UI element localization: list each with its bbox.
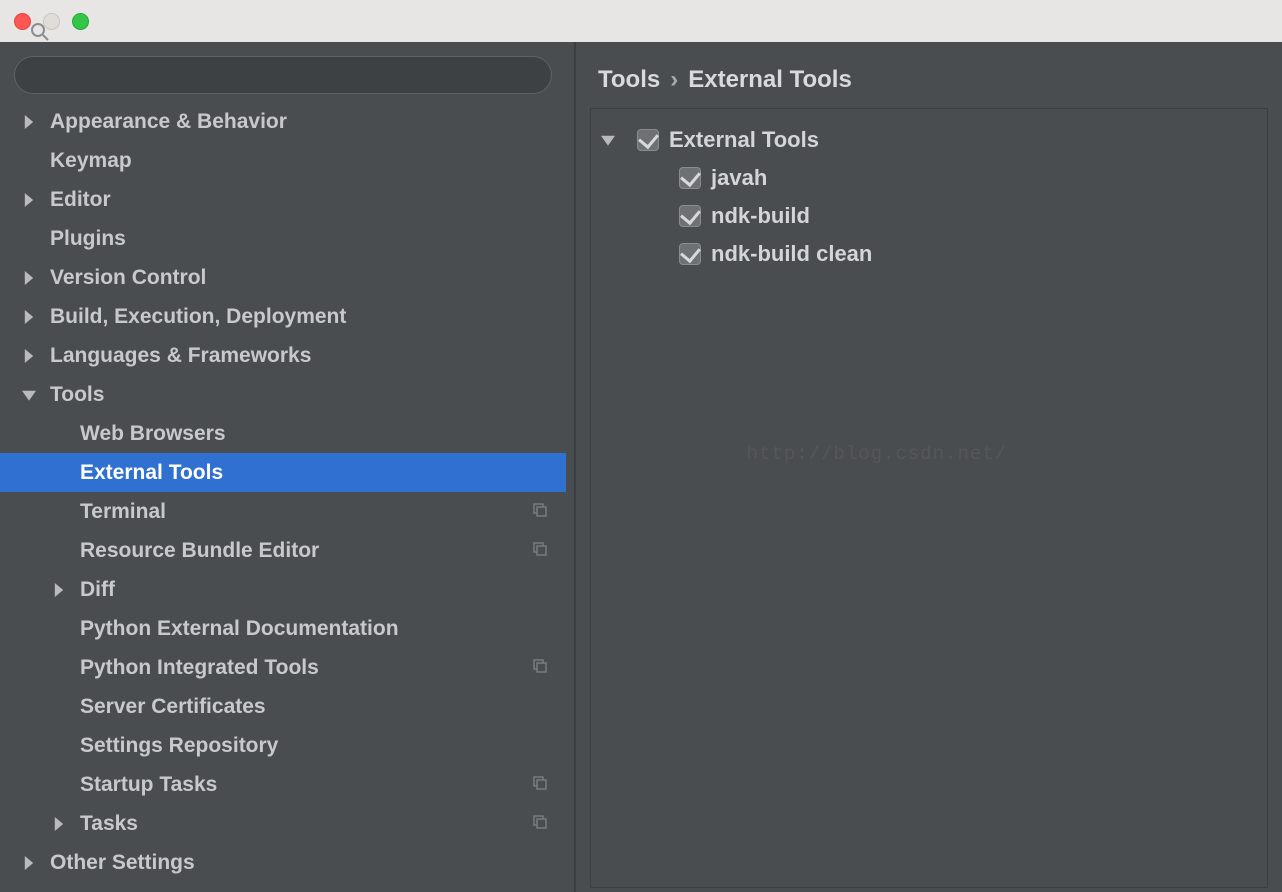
- breadcrumb-separator: ›: [670, 66, 678, 94]
- sidebar-item-label: Plugins: [50, 228, 566, 249]
- external-tool-ndk-build[interactable]: ndk-build: [601, 197, 1257, 235]
- sidebar-item-label: Web Browsers: [80, 423, 566, 444]
- checkbox-ndk-build[interactable]: [679, 205, 701, 227]
- sidebar-item-server-certificates[interactable]: Server Certificates: [0, 687, 566, 726]
- sidebar-item-python-integrated-tools[interactable]: Python Integrated Tools: [0, 648, 566, 687]
- external-tool-label: ndk-build: [711, 203, 810, 229]
- copy-icon: [532, 813, 548, 834]
- external-tool-ndk-build-clean[interactable]: ndk-build clean: [601, 235, 1257, 273]
- chevron-right-icon: [22, 271, 50, 285]
- search-input[interactable]: [14, 56, 552, 94]
- sidebar-item-web-browsers[interactable]: Web Browsers: [0, 414, 566, 453]
- sidebar-item-label: Resource Bundle Editor: [80, 540, 532, 561]
- chevron-right-icon: [22, 349, 50, 363]
- breadcrumb-current: External Tools: [688, 66, 852, 94]
- sidebar-item-diff[interactable]: Diff: [0, 570, 566, 609]
- sidebar-item-label: Startup Tasks: [80, 774, 532, 795]
- titlebar: [0, 0, 1282, 42]
- sidebar-item-label: Settings Repository: [80, 735, 566, 756]
- watermark-text: http://blog.csdn.net/: [747, 443, 1007, 465]
- sidebar-item-label: Diff: [80, 579, 566, 600]
- sidebar-item-python-external-documentation[interactable]: Python External Documentation: [0, 609, 566, 648]
- external-tool-javah[interactable]: javah: [601, 159, 1257, 197]
- external-tool-label: javah: [711, 165, 767, 191]
- chevron-right-icon: [22, 310, 50, 324]
- settings-tree: Appearance & Behavior Keymap Editor Plugins…: [0, 102, 566, 882]
- copy-icon: [532, 501, 548, 522]
- sidebar-item-editor[interactable]: Editor: [0, 180, 566, 219]
- chevron-right-icon: [22, 856, 50, 870]
- sidebar-item-external-tools[interactable]: External Tools: [0, 453, 566, 492]
- sidebar-item-label: Keymap: [50, 150, 566, 171]
- chevron-down-icon: [601, 133, 627, 147]
- sidebar-item-label: Python External Documentation: [80, 618, 566, 639]
- external-tools-group-label: External Tools: [669, 127, 819, 153]
- sidebar-item-resource-bundle-editor[interactable]: Resource Bundle Editor: [0, 531, 566, 570]
- chevron-right-icon: [52, 583, 80, 597]
- checkbox-external-tools[interactable]: [637, 129, 659, 151]
- sidebar-item-label: Languages & Frameworks: [50, 345, 566, 366]
- sidebar-item-label: Python Integrated Tools: [80, 657, 532, 678]
- breadcrumb-root: Tools: [598, 66, 660, 94]
- external-tools-panel: External Tools javah ndk-build ndk-build cl…: [590, 108, 1268, 888]
- sidebar-item-tools[interactable]: Tools: [0, 375, 566, 414]
- sidebar-item-label: Server Certificates: [80, 696, 566, 717]
- sidebar-item-version-control[interactable]: Version Control: [0, 258, 566, 297]
- sidebar-item-label: Terminal: [80, 501, 532, 522]
- sidebar-item-label: Tools: [50, 384, 566, 405]
- window-close-button[interactable]: [14, 13, 31, 30]
- sidebar-item-settings-repository[interactable]: Settings Repository: [0, 726, 566, 765]
- chevron-right-icon: [22, 115, 50, 129]
- chevron-down-icon: [22, 388, 50, 402]
- settings-sidebar: Appearance & Behavior Keymap Editor Plugins…: [0, 42, 574, 892]
- sidebar-item-tasks[interactable]: Tasks: [0, 804, 566, 843]
- sidebar-item-label: Editor: [50, 189, 566, 210]
- chevron-right-icon: [22, 193, 50, 207]
- sidebar-item-plugins[interactable]: Plugins: [0, 219, 566, 258]
- sidebar-item-label: Other Settings: [50, 852, 566, 873]
- checkbox-javah[interactable]: [679, 167, 701, 189]
- sidebar-item-languages-frameworks[interactable]: Languages & Frameworks: [0, 336, 566, 375]
- checkbox-ndk-build-clean[interactable]: [679, 243, 701, 265]
- workspace: Appearance & Behavior Keymap Editor Plugins…: [0, 42, 1282, 892]
- sidebar-item-label: Version Control: [50, 267, 566, 288]
- sidebar-item-build-execution-deployment[interactable]: Build, Execution, Deployment: [0, 297, 566, 336]
- sidebar-item-label: Tasks: [80, 813, 532, 834]
- sidebar-item-label: Build, Execution, Deployment: [50, 306, 566, 327]
- sidebar-item-other-settings[interactable]: Other Settings: [0, 843, 566, 882]
- copy-icon: [532, 540, 548, 561]
- chevron-right-icon: [52, 817, 80, 831]
- external-tools-group[interactable]: External Tools: [601, 121, 1257, 159]
- sidebar-item-keymap[interactable]: Keymap: [0, 141, 566, 180]
- sidebar-item-label: Appearance & Behavior: [50, 111, 566, 132]
- copy-icon: [532, 774, 548, 795]
- search-icon: [30, 22, 50, 47]
- sidebar-item-startup-tasks[interactable]: Startup Tasks: [0, 765, 566, 804]
- copy-icon: [532, 657, 548, 678]
- window-maximize-button[interactable]: [72, 13, 89, 30]
- external-tools-tree: External Tools javah ndk-build ndk-build cl…: [601, 121, 1257, 273]
- breadcrumb: Tools › External Tools: [576, 42, 1282, 108]
- external-tool-label: ndk-build clean: [711, 241, 872, 267]
- sidebar-item-terminal[interactable]: Terminal: [0, 492, 566, 531]
- content-pane: Tools › External Tools External Tools jav…: [574, 42, 1282, 892]
- search-wrap: [0, 42, 566, 102]
- sidebar-item-label: External Tools: [80, 462, 566, 483]
- sidebar-item-appearance-behavior[interactable]: Appearance & Behavior: [0, 102, 566, 141]
